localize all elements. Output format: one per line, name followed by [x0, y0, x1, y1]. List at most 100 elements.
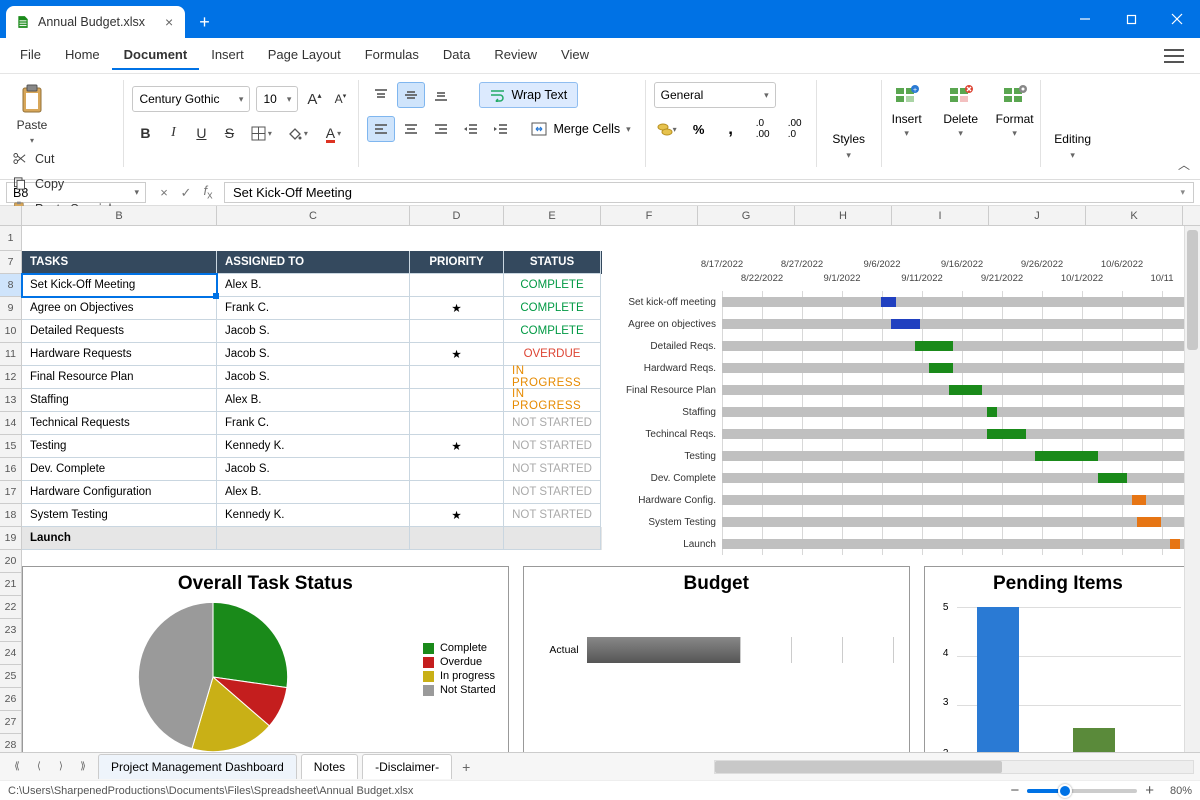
zoom-slider[interactable]	[1027, 789, 1137, 793]
table-row[interactable]: Hardware ConfigurationAlex B.NOT STARTED	[22, 481, 602, 504]
wrap-text-button[interactable]: Wrap Text	[479, 82, 578, 108]
row-header-16[interactable]: 16	[0, 458, 22, 481]
horizontal-scrollbar[interactable]	[714, 760, 1194, 774]
menu-view[interactable]: View	[549, 41, 601, 70]
row-header-21[interactable]: 21	[0, 573, 22, 596]
delete-cells-button[interactable]: Delete▾	[936, 84, 986, 173]
fx-button[interactable]: fx	[198, 183, 218, 202]
col-header-E[interactable]: E	[504, 206, 601, 225]
table-row[interactable]: System TestingKennedy K.★NOT STARTED	[22, 504, 602, 527]
fill-color-button[interactable]: ▾	[280, 120, 314, 146]
percent-button[interactable]: %	[686, 116, 712, 142]
row-header-27[interactable]: 27	[0, 711, 22, 734]
strikethrough-button[interactable]: S	[216, 120, 242, 146]
row-header-25[interactable]: 25	[0, 665, 22, 688]
sheet-nav-prev[interactable]: ⟨	[28, 756, 50, 778]
zoom-in-button[interactable]: +	[1145, 782, 1154, 799]
font-color-button[interactable]: A▾	[316, 120, 350, 146]
borders-button[interactable]: ▾	[244, 120, 278, 146]
col-header-H[interactable]: H	[795, 206, 892, 225]
tab-close-icon[interactable]: ×	[165, 14, 173, 30]
vertical-scrollbar[interactable]	[1184, 226, 1200, 752]
row-header-18[interactable]: 18	[0, 504, 22, 527]
table-row[interactable]: StaffingAlex B.IN PROGRESS	[22, 389, 602, 412]
row-header-19[interactable]: 19	[0, 527, 22, 550]
row-header-8[interactable]: 8	[0, 274, 22, 297]
row-header-17[interactable]: 17	[0, 481, 22, 504]
align-center-button[interactable]	[397, 116, 425, 142]
row-header-24[interactable]: 24	[0, 642, 22, 665]
decrease-indent-button[interactable]	[457, 116, 485, 142]
menu-home[interactable]: Home	[53, 41, 112, 70]
insert-cells-button[interactable]: + Insert▾	[882, 84, 932, 173]
accept-formula-button[interactable]: ✓	[176, 185, 196, 201]
align-bottom-button[interactable]	[427, 82, 455, 108]
table-row[interactable]: Dev. CompleteJacob S.NOT STARTED	[22, 458, 602, 481]
align-middle-button[interactable]	[397, 82, 425, 108]
hamburger-icon[interactable]	[1164, 49, 1184, 63]
bold-button[interactable]: B	[132, 120, 158, 146]
col-header-C[interactable]: C	[217, 206, 410, 225]
currency-button[interactable]: ▾	[654, 116, 680, 142]
menu-review[interactable]: Review	[482, 41, 549, 70]
row-header-7[interactable]: 7	[0, 251, 22, 274]
table-row[interactable]: Hardware RequestsJacob S.★OVERDUE	[22, 343, 602, 366]
sheet-tab[interactable]: -Disclaimer-	[362, 754, 452, 779]
menu-insert[interactable]: Insert	[199, 41, 256, 70]
row-header-1[interactable]: 1	[0, 226, 22, 251]
col-header-I[interactable]: I	[892, 206, 989, 225]
row-header-9[interactable]: 9	[0, 297, 22, 320]
collapse-ribbon-button[interactable]: ︿	[1178, 156, 1190, 173]
table-row[interactable]: TestingKennedy K.★NOT STARTED	[22, 435, 602, 458]
table-row[interactable]: Final Resource PlanJacob S.IN PROGRESS	[22, 366, 602, 389]
row-header-13[interactable]: 13	[0, 389, 22, 412]
merge-cells-button[interactable]: Merge Cells▾	[525, 118, 636, 140]
format-cells-button[interactable]: Format▾	[990, 84, 1040, 173]
sheet-nav-last[interactable]: ⟫	[72, 756, 94, 778]
menu-document[interactable]: Document	[112, 41, 200, 70]
row-header-23[interactable]: 23	[0, 619, 22, 642]
minimize-button[interactable]	[1062, 0, 1108, 38]
table-row[interactable]: Set Kick-Off MeetingAlex B.COMPLETE	[22, 274, 602, 297]
align-top-button[interactable]	[367, 82, 395, 108]
decrease-decimal-button[interactable]: .00.0	[782, 116, 808, 142]
new-tab-button[interactable]: +	[185, 6, 224, 38]
menu-data[interactable]: Data	[431, 41, 482, 70]
table-row[interactable]: Technical RequestsFrank C.NOT STARTED	[22, 412, 602, 435]
col-header-B[interactable]: B	[22, 206, 217, 225]
formula-input[interactable]: Set Kick-Off Meeting▾	[224, 182, 1194, 203]
number-format-dropdown[interactable]: General▾	[654, 82, 776, 108]
add-sheet-button[interactable]: +	[452, 755, 480, 779]
italic-button[interactable]: I	[160, 120, 186, 146]
menu-formulas[interactable]: Formulas	[353, 41, 431, 70]
sheet-tab[interactable]: Project Management Dashboard	[98, 754, 297, 779]
font-size-dropdown[interactable]: 10▾	[256, 86, 298, 112]
col-header-J[interactable]: J	[989, 206, 1086, 225]
close-window-button[interactable]	[1154, 0, 1200, 38]
paste-button[interactable]: Paste ▾	[8, 78, 56, 145]
cut-button[interactable]: Cut	[12, 151, 111, 166]
underline-button[interactable]: U	[188, 120, 214, 146]
font-family-dropdown[interactable]: Century Gothic▾	[132, 86, 250, 112]
row-header-15[interactable]: 15	[0, 435, 22, 458]
zoom-out-button[interactable]: −	[1010, 782, 1019, 799]
col-header-D[interactable]: D	[410, 206, 504, 225]
document-tab[interactable]: Annual Budget.xlsx ×	[6, 6, 185, 38]
col-header-G[interactable]: G	[698, 206, 795, 225]
row-header-14[interactable]: 14	[0, 412, 22, 435]
row-header-26[interactable]: 26	[0, 688, 22, 711]
row-header-12[interactable]: 12	[0, 366, 22, 389]
styles-button[interactable]: Styles▾	[817, 74, 881, 173]
row-header-10[interactable]: 10	[0, 320, 22, 343]
menu-file[interactable]: File	[8, 41, 53, 70]
spreadsheet-grid[interactable]: BCDEFGHIJK 17891011121314151617181920212…	[0, 206, 1200, 776]
cancel-formula-button[interactable]: ×	[154, 185, 174, 200]
table-row[interactable]: Detailed RequestsJacob S.COMPLETE	[22, 320, 602, 343]
col-header-K[interactable]: K	[1086, 206, 1183, 225]
menu-page-layout[interactable]: Page Layout	[256, 41, 353, 70]
row-header-11[interactable]: 11	[0, 343, 22, 366]
editing-button[interactable]: Editing▾	[1041, 74, 1105, 173]
align-right-button[interactable]	[427, 116, 455, 142]
maximize-button[interactable]	[1108, 0, 1154, 38]
increase-indent-button[interactable]	[487, 116, 515, 142]
